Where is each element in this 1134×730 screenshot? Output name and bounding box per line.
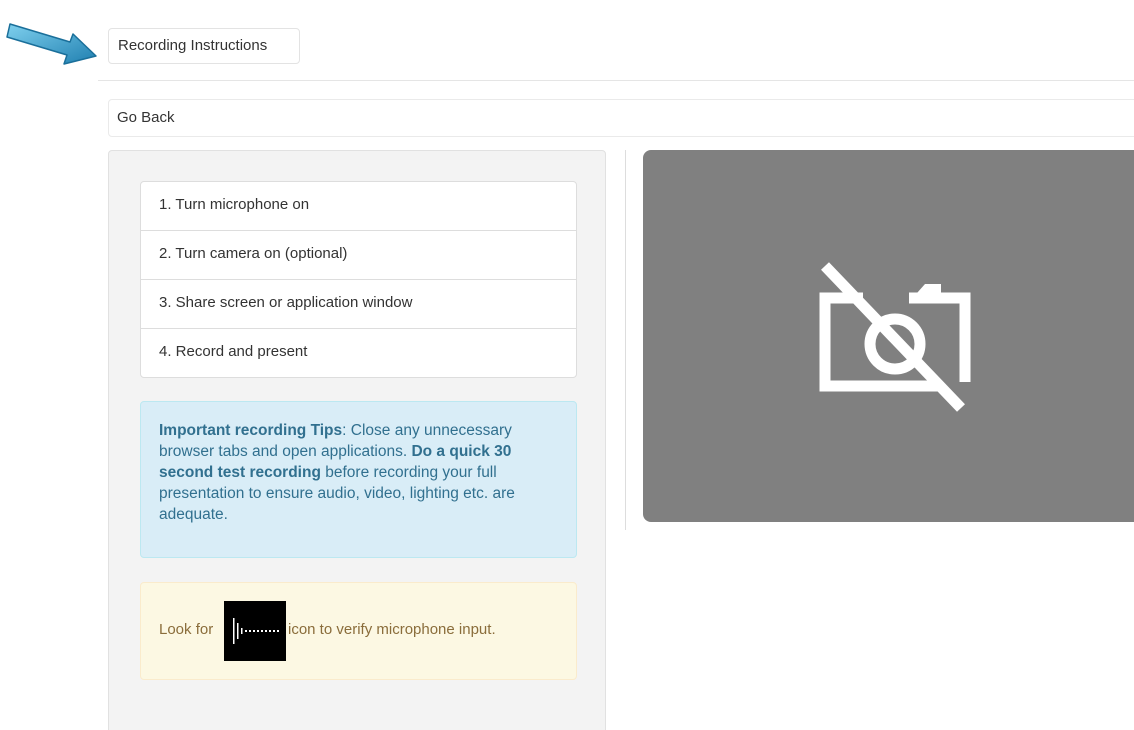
mic-note-text-after: icon to verify microphone input.	[288, 621, 496, 638]
mic-note-text-before: Look for	[159, 621, 214, 638]
instructions-panel: 1. Turn microphone on 2. Turn camera on …	[108, 150, 606, 730]
video-preview	[643, 150, 1134, 522]
recording-instructions-button[interactable]: Recording Instructions	[108, 28, 300, 64]
step-item: 2. Turn camera on (optional)	[141, 230, 576, 279]
recording-tips-alert: Important recording Tips: Close any unne…	[140, 401, 577, 558]
steps-list: 1. Turn microphone on 2. Turn camera on …	[140, 181, 577, 378]
pointer-arrow-icon	[6, 23, 97, 65]
step-item: 1. Turn microphone on	[159, 196, 310, 213]
tips-heading: Important recording Tips	[159, 422, 343, 439]
camera-off-icon	[819, 262, 971, 412]
panel-divider	[625, 150, 626, 530]
microphone-level-icon	[224, 601, 286, 661]
step-item: 3. Share screen or application window	[141, 279, 576, 328]
go-back-button[interactable]: Go Back	[108, 99, 1134, 137]
microphone-note: Look for icon to verify microphone input…	[140, 582, 577, 680]
step-item: 4. Record and present	[141, 328, 576, 377]
header-divider	[98, 80, 1134, 81]
